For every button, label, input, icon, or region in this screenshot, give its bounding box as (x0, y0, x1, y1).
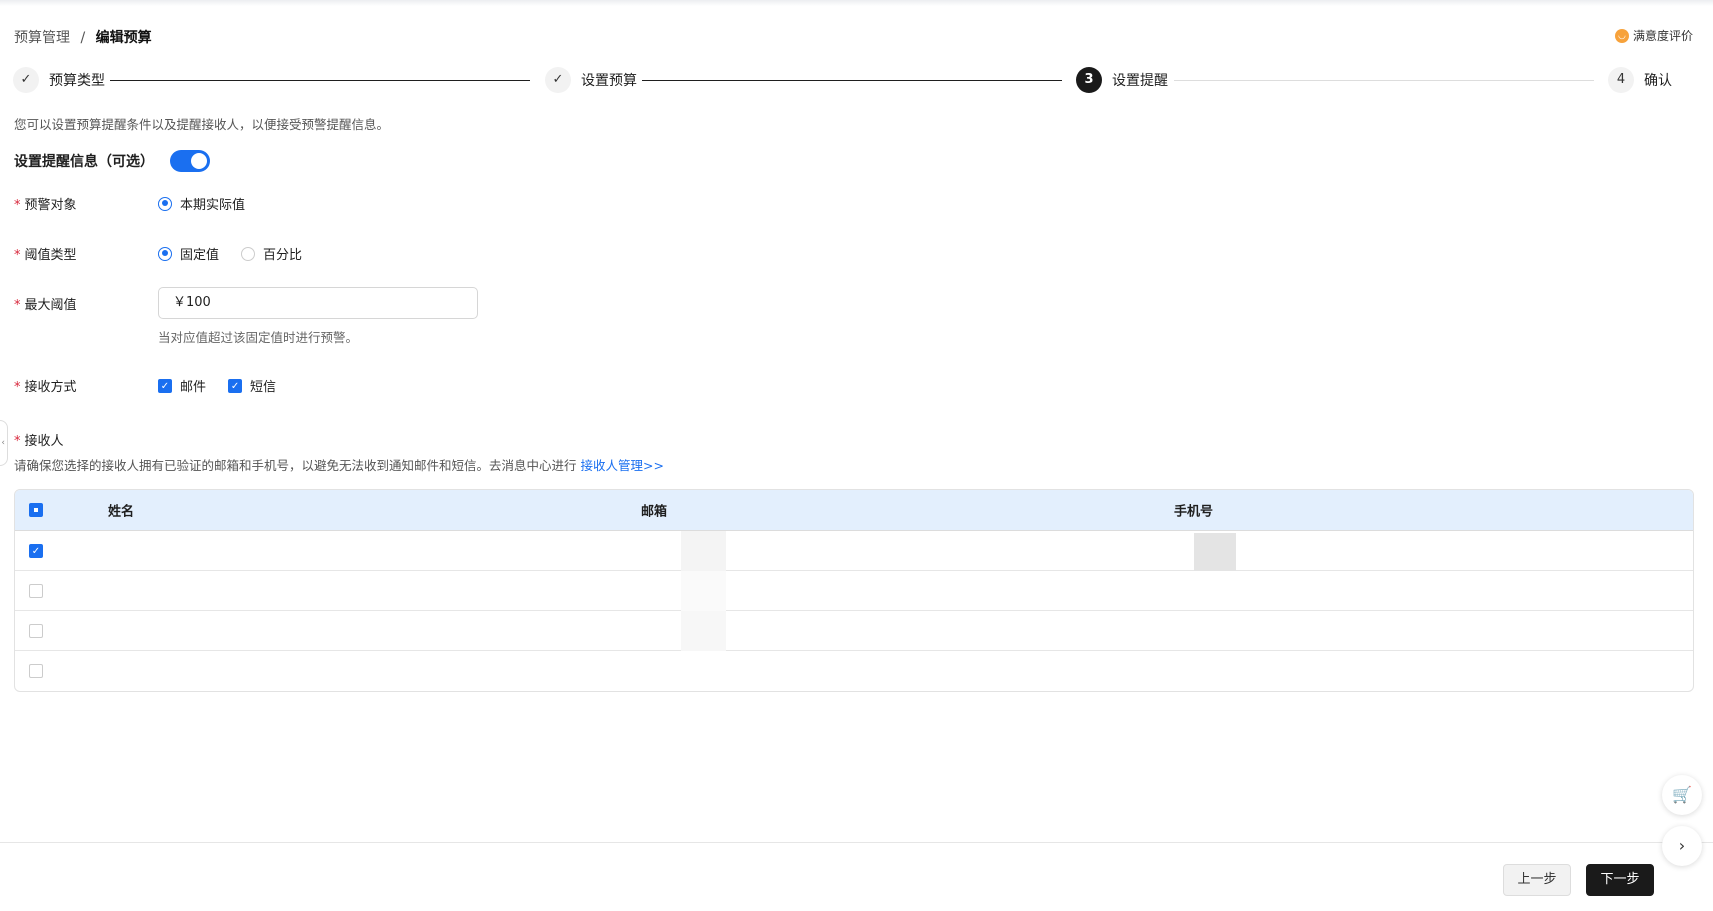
row-checkbox[interactable]: ✓ (29, 543, 43, 558)
checkbox-checked-icon[interactable]: ✓ (158, 378, 172, 393)
step-budget-type: ✓ 预算类型 (13, 67, 105, 93)
target-radio-group: 本期实际值 (158, 194, 245, 213)
step-connector (1174, 80, 1594, 81)
step-set-budget: ✓ 设置预算 (545, 67, 637, 93)
footer-divider (0, 842, 1713, 843)
satisfaction-label: 满意度评价 (1632, 29, 1693, 43)
breadcrumb-current: 编辑预算 (95, 30, 152, 46)
breadcrumb: 预算管理 / 编辑预算 (14, 27, 152, 47)
redacted-cell (1194, 533, 1236, 571)
row-checkbox[interactable] (29, 623, 43, 638)
check-icon: ✓ (13, 67, 39, 93)
checkbox-label: 邮件 (180, 380, 207, 395)
receive-method-group: ✓ 邮件 ✓ 短信 (158, 376, 276, 395)
label-text: 接收方式 (24, 380, 77, 395)
step-label: 确认 (1644, 73, 1672, 89)
checkbox-checked-icon[interactable]: ✓ (228, 378, 243, 393)
radio-button[interactable] (241, 246, 256, 261)
checkbox-label: 短信 (250, 380, 277, 395)
reminder-toggle[interactable] (170, 150, 210, 172)
column-name: 姓名 (108, 504, 135, 520)
max-threshold-hint: 当对应值超过该固定值时进行预警。 (158, 330, 359, 345)
table-row[interactable] (15, 611, 1693, 651)
breadcrumb-parent[interactable]: 预算管理 (14, 30, 70, 46)
top-shadow (0, 0, 1713, 6)
step-connector (110, 80, 530, 81)
next-step-button[interactable]: 下一步 (1586, 864, 1654, 896)
select-all-checkbox[interactable] (29, 503, 43, 517)
check-icon: ✓ (545, 67, 571, 93)
step-label: 预算类型 (49, 73, 105, 89)
redacted-cell (681, 531, 726, 571)
receivers-table: 姓名 邮箱 手机号 ✓ (14, 489, 1694, 692)
radio-label: 百分比 (263, 248, 303, 263)
radio-label: 固定值 (180, 248, 220, 263)
chevron-right-icon[interactable]: › (1662, 826, 1702, 866)
step-label: 设置提醒 (1112, 73, 1168, 89)
radio-actual-value[interactable]: 本期实际值 (158, 194, 245, 213)
checkbox-sms[interactable]: ✓ 短信 (228, 376, 276, 395)
label-text: 阈值类型 (24, 248, 77, 263)
toggle-knob (191, 153, 207, 169)
cart-icon[interactable]: 🛒 (1662, 775, 1702, 815)
max-threshold-input[interactable]: ￥100 (158, 287, 478, 319)
receivers-note: 请确保您选择的接收人拥有已验证的邮箱和手机号，以避免无法收到通知邮件和短信。去消… (14, 455, 664, 474)
step-number: 3 (1076, 67, 1102, 93)
table-row[interactable] (15, 571, 1693, 611)
receivers-label: * 接收人 (14, 430, 64, 449)
step-label: 设置预算 (581, 73, 637, 89)
column-email: 邮箱 (641, 504, 668, 520)
note-text: 请确保您选择的接收人拥有已验证的邮箱和手机号，以避免无法收到通知邮件和短信。去消… (14, 458, 577, 473)
label-text: 预警对象 (24, 198, 77, 213)
radio-fixed[interactable]: 固定值 (158, 244, 219, 263)
step-confirm: 4 确认 (1608, 67, 1672, 93)
column-phone: 手机号 (1174, 504, 1214, 520)
row-checkbox[interactable] (29, 583, 43, 598)
radio-percentage[interactable]: 百分比 (241, 244, 302, 263)
page-description: 您可以设置预算提醒条件以及提醒接收人，以便接受预警提醒信息。 (14, 117, 390, 132)
radio-button[interactable] (158, 246, 172, 261)
checkbox-email[interactable]: ✓ 邮件 (158, 376, 206, 395)
required-mark: * (14, 298, 21, 313)
table-header: 姓名 邮箱 手机号 (15, 490, 1693, 531)
required-mark: * (14, 198, 21, 213)
breadcrumb-separator: / (80, 30, 86, 46)
receive-method-label: * 接收方式 (14, 376, 77, 395)
table-row[interactable] (15, 651, 1693, 691)
label-text: 接收人 (24, 434, 64, 449)
step-number: 4 (1608, 67, 1634, 93)
redacted-cell (681, 611, 726, 651)
label-text: 最大阈值 (24, 298, 77, 313)
threshold-type-radio-group: 固定值 百分比 (158, 244, 302, 263)
redacted-cell (681, 571, 726, 611)
required-mark: * (14, 248, 21, 263)
section-title: 设置提醒信息（可选） (14, 154, 154, 170)
radio-label: 本期实际值 (180, 198, 246, 213)
smile-icon: ◡ (1614, 28, 1629, 43)
step-connector (642, 80, 1062, 81)
row-checkbox[interactable] (29, 664, 43, 678)
step-set-reminder: 3 设置提醒 (1076, 67, 1168, 93)
prev-step-button[interactable]: 上一步 (1503, 864, 1571, 896)
receiver-management-link[interactable]: 接收人管理>> (581, 458, 664, 473)
target-label: * 预警对象 (14, 194, 77, 213)
required-mark: * (14, 380, 21, 395)
radio-button[interactable] (158, 196, 172, 211)
collapse-sidebar-handle[interactable]: ‹ (0, 420, 8, 466)
threshold-type-label: * 阈值类型 (14, 244, 77, 263)
required-mark: * (14, 434, 21, 449)
max-threshold-label: * 最大阈值 (14, 294, 77, 313)
table-row[interactable]: ✓ (15, 531, 1693, 571)
satisfaction-button[interactable]: ◡ 满意度评价 (1614, 27, 1693, 44)
